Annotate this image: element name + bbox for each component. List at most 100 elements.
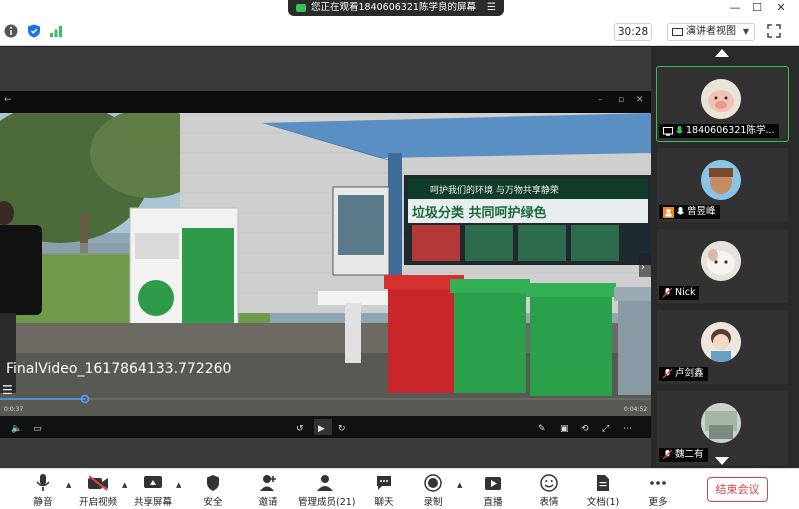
- pen-icon[interactable]: ✎: [538, 424, 546, 434]
- menu-icon[interactable]: ☰: [487, 0, 496, 16]
- video-options-caret[interactable]: ▲: [122, 481, 127, 489]
- player-close-icon[interactable]: ✕: [636, 95, 644, 105]
- live-button[interactable]: 直播: [478, 469, 508, 509]
- share-options-caret[interactable]: ▲: [176, 481, 181, 489]
- document-icon: [597, 475, 609, 491]
- participant-namebar: 1840606321陈学...: [659, 124, 779, 138]
- more-button[interactable]: 更多: [643, 469, 673, 509]
- player-controls: 🔈 ▭ ↺ ▶ ↻ ✎ ▣ ⟲ ⤢ ⋯: [0, 416, 651, 438]
- signal-icon[interactable]: [49, 24, 63, 38]
- volume-icon[interactable]: 🔈: [11, 424, 22, 434]
- mic-muted-icon: [663, 288, 672, 298]
- screen-icon[interactable]: ▣: [560, 424, 569, 434]
- share-banner[interactable]: 您正在观看1840606321陈学良的屏幕 ☰: [288, 0, 504, 16]
- close-icon[interactable]: ✕: [770, 0, 792, 18]
- chat-label: 聊天: [374, 497, 394, 508]
- list-icon[interactable]: ☰: [2, 383, 13, 397]
- participant-tile[interactable]: 曾昱峰: [657, 148, 788, 222]
- mic-icon: [676, 126, 683, 134]
- video-frame[interactable]: 呵护我们的环境 与万物共享静荣 垃圾分类 共同呵护绿色 FinalVideo_1…: [0, 113, 651, 416]
- manage-members-label: 管理成员(21): [298, 497, 356, 508]
- participant-name: 魏二有: [675, 449, 704, 460]
- shared-screen-stage: ← – ▫ ✕ 呵护我们的环境 与万物共享静荣 垃圾分类 共同呵护绿色 Fina…: [0, 47, 651, 468]
- chevron-right-icon: ›: [641, 262, 645, 273]
- participant-tile[interactable]: 卢剑鑫: [657, 310, 788, 384]
- speaker-view-icon: [672, 28, 683, 36]
- reaction-button[interactable]: 表情: [534, 469, 564, 509]
- maximize-icon[interactable]: ☐: [746, 0, 768, 18]
- share-screen-button[interactable]: 共享屏幕: [133, 469, 173, 509]
- live-icon: [485, 477, 501, 490]
- invite-label: 邀请: [258, 497, 278, 508]
- share-screen-label: 共享屏幕: [133, 497, 172, 508]
- video-off-icon: [88, 475, 108, 491]
- view-mode-label: 演讲者视图: [686, 26, 736, 37]
- avatar: [701, 160, 741, 200]
- manage-members-button[interactable]: 管理成员(21): [298, 469, 356, 509]
- mute-button[interactable]: 静音: [28, 469, 58, 509]
- rewind-icon[interactable]: ↺: [296, 424, 304, 434]
- invite-button[interactable]: 邀请: [253, 469, 283, 509]
- banner-caption: 呵护我们的环境 与万物共享静荣: [430, 184, 559, 196]
- live-label: 直播: [483, 497, 503, 508]
- mute-label: 静音: [33, 497, 53, 508]
- participant-name: 卢剑鑫: [675, 368, 704, 379]
- participant-namebar: Nick: [659, 286, 700, 300]
- share-screen-icon: [144, 476, 162, 488]
- time-total: 0:04:52: [624, 406, 647, 413]
- player-minimize-icon[interactable]: –: [598, 95, 603, 105]
- expand-icon[interactable]: ⤢: [601, 424, 609, 434]
- info-icon[interactable]: [4, 24, 18, 38]
- fullscreen-icon[interactable]: [767, 24, 781, 38]
- record-options-caret[interactable]: ▲: [457, 481, 462, 489]
- more-label: 更多: [648, 497, 668, 508]
- forward-icon[interactable]: ↻: [338, 424, 346, 434]
- more-dots-icon[interactable]: ⋯: [623, 424, 632, 434]
- participant-tile[interactable]: Nick: [657, 229, 788, 303]
- chat-icon: [377, 476, 391, 490]
- documents-button[interactable]: 文档(1): [586, 469, 620, 509]
- avatar: [701, 241, 741, 281]
- reaction-label: 表情: [539, 497, 559, 508]
- members-icon: [317, 475, 333, 491]
- meeting-window: 您正在观看1840606321陈学良的屏幕 ☰ — ☐ ✕ 30:28 演讲者视…: [0, 0, 799, 509]
- documents-label: 文档(1): [586, 497, 620, 508]
- participant-namebar: 魏二有: [659, 448, 708, 462]
- start-video-button[interactable]: 开启视频: [78, 469, 118, 509]
- mic-icon: [36, 474, 50, 491]
- top-toolbar: 30:28 演讲者视图 ▼: [0, 18, 799, 46]
- shield-icon: [207, 475, 219, 491]
- scroll-up-icon[interactable]: [715, 49, 729, 57]
- minimize-icon[interactable]: —: [724, 0, 746, 18]
- mute-options-caret[interactable]: ▲: [66, 481, 71, 489]
- back-arrow-icon[interactable]: ←: [4, 95, 12, 105]
- avatar: [701, 322, 741, 362]
- more-dots-icon: [650, 481, 666, 485]
- chat-button[interactable]: 聊天: [369, 469, 399, 509]
- participant-name: 1840606321陈学...: [686, 125, 775, 136]
- participant-tile[interactable]: 魏二有: [657, 391, 788, 465]
- mic-muted-icon: [663, 369, 672, 379]
- title-bar: 您正在观看1840606321陈学良的屏幕 ☰ — ☐ ✕: [0, 0, 799, 18]
- avatar: [701, 79, 741, 119]
- mic-muted-icon: [663, 450, 672, 460]
- record-button[interactable]: 录制: [418, 469, 448, 509]
- caption-icon[interactable]: ▭: [33, 424, 42, 434]
- security-button[interactable]: 安全: [198, 469, 228, 509]
- end-meeting-button[interactable]: 结束会议: [707, 477, 768, 502]
- participant-tile[interactable]: 1840606321陈学...: [656, 66, 789, 142]
- play-icon[interactable]: ▶: [318, 424, 325, 434]
- host-badge-icon: [663, 206, 674, 218]
- shield-icon[interactable]: [27, 24, 41, 38]
- view-mode-dropdown[interactable]: 演讲者视图 ▼: [667, 23, 755, 41]
- video-scene-illustration: 呵护我们的环境 与万物共享静荣 垃圾分类 共同呵护绿色 FinalVideo_1…: [0, 113, 651, 416]
- rotate-icon[interactable]: ⟲: [581, 424, 589, 434]
- participant-name: 曾昱峰: [687, 206, 716, 217]
- chevron-down-icon: ▼: [742, 27, 749, 36]
- meeting-timer: 30:28: [614, 23, 652, 41]
- banner-slogan: 垃圾分类 共同呵护绿色: [412, 205, 547, 221]
- player-restore-icon[interactable]: ▫: [618, 95, 624, 105]
- scroll-down-icon[interactable]: [715, 457, 729, 465]
- time-current: 0:0:37: [4, 406, 23, 413]
- record-label: 录制: [423, 497, 443, 508]
